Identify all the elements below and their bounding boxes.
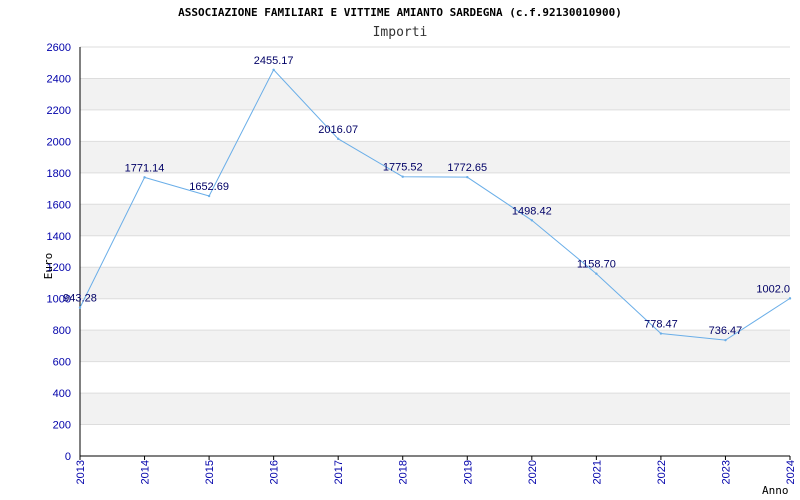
- data-label: 1652.69: [189, 181, 229, 193]
- y-tick-label: 2600: [47, 42, 71, 54]
- y-tick-labels: 0200400600800100012001400160018002000220…: [47, 42, 71, 463]
- grid-bands: [80, 78, 790, 425]
- data-point: [530, 219, 534, 222]
- x-axis-title: Anno: [762, 484, 789, 497]
- data-point: [272, 68, 275, 71]
- x-tick-label: 2014: [140, 460, 152, 484]
- y-tick-label: 400: [53, 388, 71, 400]
- data-label: 1771.14: [125, 162, 165, 174]
- data-point: [466, 175, 469, 179]
- data-point: [336, 137, 340, 141]
- data-point: [143, 176, 146, 179]
- data-label: 736.47: [709, 325, 743, 337]
- data-point: [659, 332, 663, 335]
- x-tick-label: 2024: [785, 460, 797, 484]
- y-axis-title: Euro: [42, 253, 55, 280]
- x-tick-labels: 2013 2014 2015 2016 2017 2018 2019 2020 2021 2022…: [75, 460, 797, 484]
- data-label: 2455.17: [254, 55, 294, 67]
- x-tick-label: 2019: [462, 460, 474, 484]
- grid-band: [80, 393, 790, 425]
- x-tick-label: 2023: [720, 460, 732, 484]
- data-label: 1002.0: [756, 283, 790, 295]
- y-tick-label: 2000: [47, 136, 71, 148]
- grid-band: [80, 141, 790, 173]
- y-tick-label: 2200: [47, 105, 71, 117]
- x-tick-label: 2018: [398, 460, 410, 484]
- y-tick-label: 1800: [47, 168, 71, 180]
- data-point: [788, 297, 792, 300]
- x-tick-label: 2020: [527, 460, 539, 484]
- data-label: 1158.70: [577, 259, 616, 271]
- grid-band: [80, 267, 790, 299]
- data-label: 1775.52: [383, 162, 423, 174]
- data-point: [401, 175, 404, 178]
- grid-band: [80, 78, 790, 110]
- data-label: 2016.07: [318, 124, 358, 136]
- data-label: 778.47: [644, 319, 678, 331]
- data-point: [724, 338, 727, 342]
- data-label: 1772.65: [447, 162, 487, 174]
- y-tick-label: 800: [53, 325, 71, 337]
- grid-band: [80, 204, 790, 236]
- y-tick-label: 0: [65, 451, 71, 463]
- x-tick-label: 2013: [75, 460, 87, 484]
- data-label: 943.28: [63, 293, 97, 305]
- y-tick-label: 200: [53, 420, 71, 432]
- y-tick-label: 2400: [47, 73, 71, 85]
- data-point: [595, 272, 598, 275]
- data-label: 1498.42: [512, 205, 552, 217]
- data-point: [78, 306, 82, 309]
- x-tick-label: 2015: [204, 460, 216, 484]
- x-tick-label: 2022: [656, 460, 668, 484]
- y-tick-label: 600: [53, 357, 71, 369]
- data-point: [207, 194, 211, 198]
- grid-band: [80, 330, 790, 362]
- x-tick-label: 2021: [591, 460, 603, 484]
- x-tick-label: 2017: [333, 460, 345, 484]
- line-chart: 0200400600800100012001400160018002000220…: [42, 42, 797, 497]
- y-tick-label: 1600: [47, 199, 71, 211]
- y-tick-label: 1400: [47, 231, 71, 243]
- x-tick-label: 2016: [269, 460, 281, 484]
